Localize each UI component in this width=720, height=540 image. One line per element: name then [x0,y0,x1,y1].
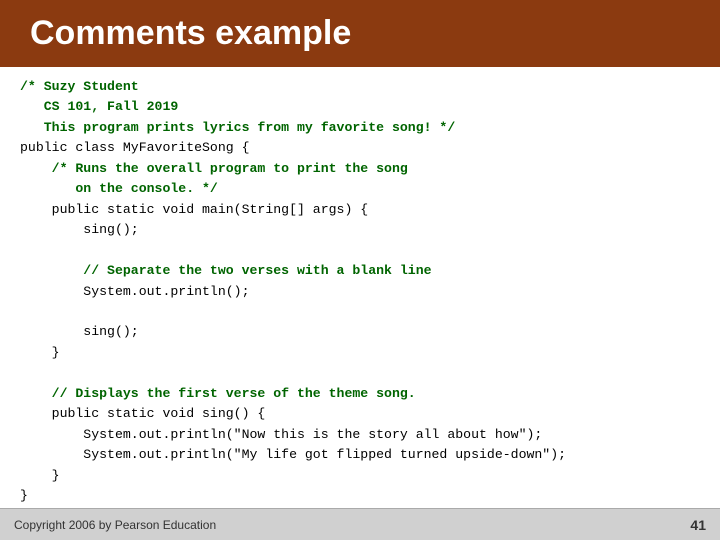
code-line: System.out.println("My life got flipped … [20,447,566,462]
code-line: This program prints lyrics from my favor… [20,120,455,135]
code-line: System.out.println("Now this is the stor… [20,427,542,442]
code-line: // Displays the first verse of the theme… [20,386,416,401]
code-line: sing(); [20,324,139,339]
code-line: public class MyFavoriteSong { [20,140,250,155]
slide-header: Comments example [0,0,720,67]
code-line: } [20,488,28,503]
slide-footer: Copyright 2006 by Pearson Education 41 [0,508,720,540]
slide: Comments example /* Suzy Student CS 101,… [0,0,720,540]
slide-content: /* Suzy Student CS 101, Fall 2019 This p… [0,67,720,508]
footer-copyright: Copyright 2006 by Pearson Education [14,518,216,532]
code-line: CS 101, Fall 2019 [20,99,178,114]
code-line: public static void main(String[] args) { [20,202,368,217]
code-line: /* Suzy Student [20,79,139,94]
code-line: // Separate the two verses with a blank … [20,263,432,278]
slide-title: Comments example [30,14,351,53]
code-line: } [20,468,60,483]
code-line: sing(); [20,222,139,237]
code-line: } [20,345,60,360]
code-line: public static void sing() { [20,406,265,421]
code-line: on the console. */ [20,181,218,196]
code-block: /* Suzy Student CS 101, Fall 2019 This p… [20,77,700,507]
code-line: System.out.println(); [20,284,250,299]
code-line: /* Runs the overall program to print the… [20,161,408,176]
footer-page-number: 41 [690,517,706,533]
